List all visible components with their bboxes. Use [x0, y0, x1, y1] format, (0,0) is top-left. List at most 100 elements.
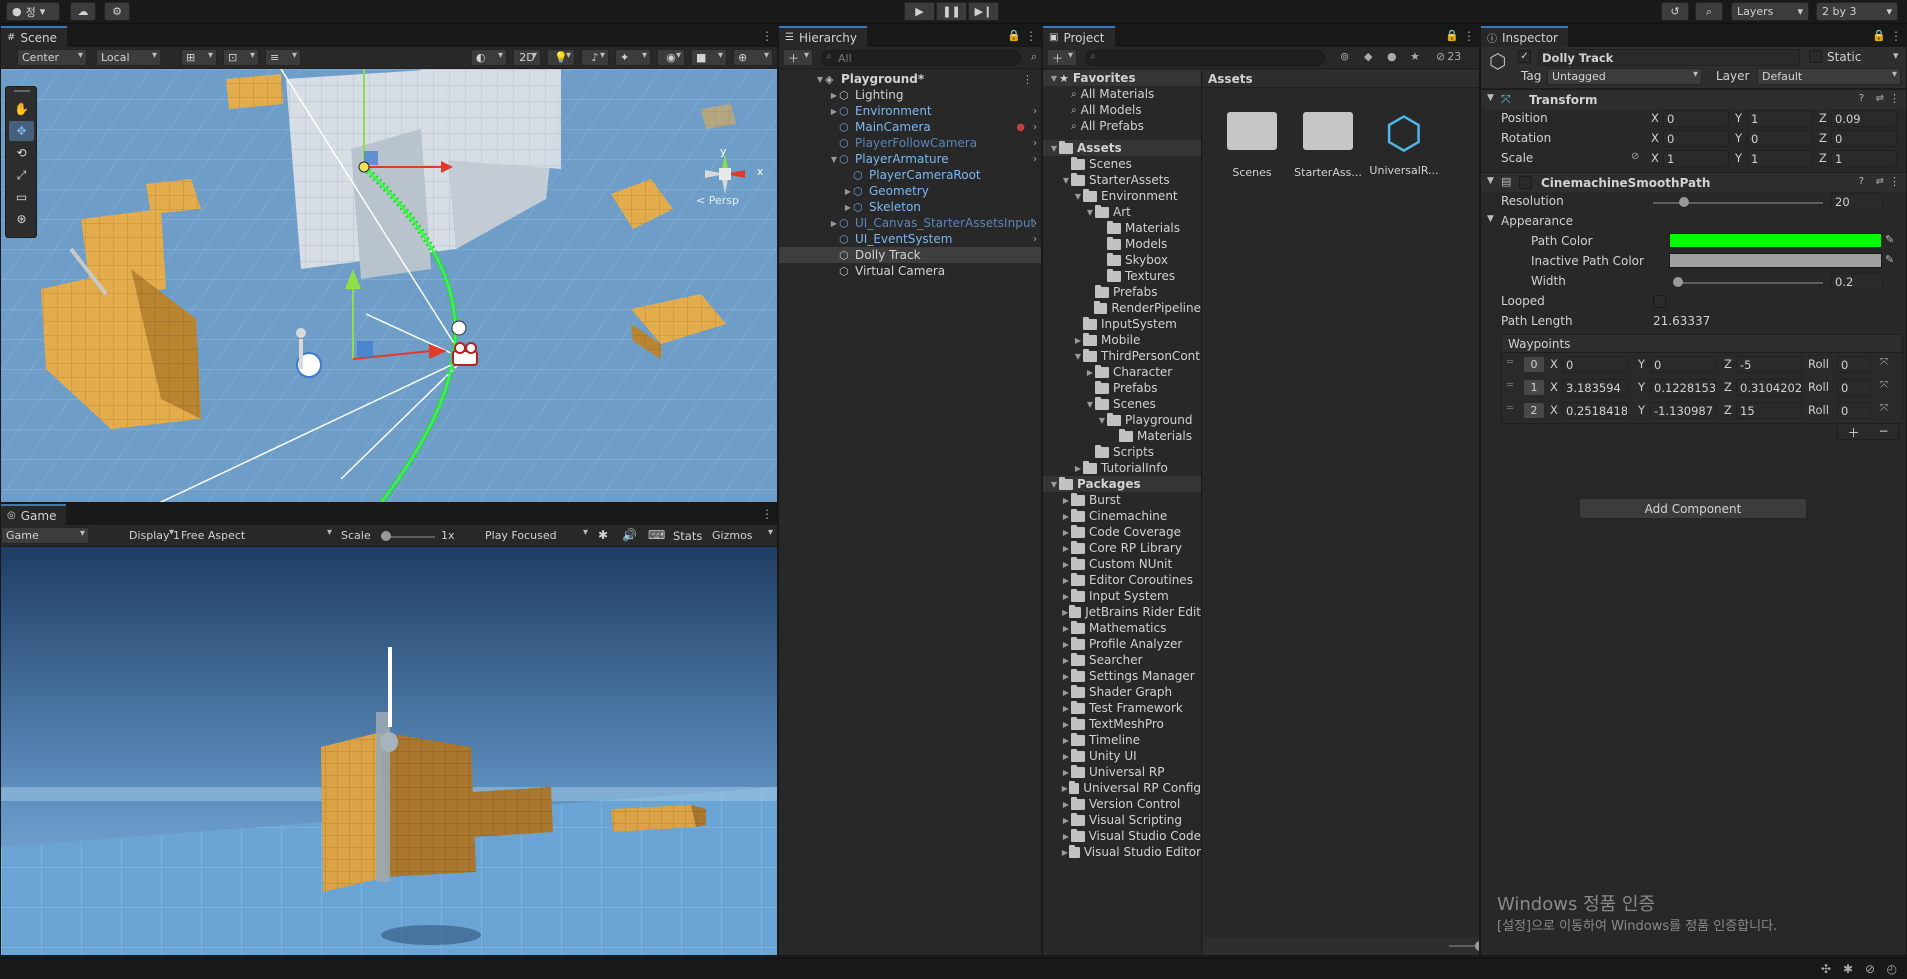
waypoint-x-field[interactable]: 0.2518418	[1562, 402, 1628, 419]
package-item[interactable]: ▶ Shader Graph	[1043, 684, 1201, 700]
waypoint-z-field[interactable]: -5	[1736, 356, 1802, 373]
asset-item[interactable]: StarterAss...	[1293, 106, 1363, 196]
keyboard-icon[interactable]: ⌨	[648, 528, 665, 542]
eyedropper-icon[interactable]: ✎	[1885, 233, 1894, 246]
foldout-arrow-icon[interactable]: ▼	[1085, 400, 1095, 409]
smoothpath-header[interactable]: ▼ ▤ CinemachineSmoothPath ? ⇌ ⋮	[1481, 172, 1906, 192]
camera-dropdown[interactable]: ■	[691, 49, 727, 66]
foldout-arrow-icon[interactable]: ▶	[1061, 848, 1069, 857]
scene-search-icon[interactable]: ⌕	[1031, 50, 1037, 64]
tab-scene[interactable]: # Scene	[1, 26, 67, 47]
hierarchy-item[interactable]: ▼ ◈ Playground* ⋮	[779, 71, 1041, 87]
lock-icon[interactable]: 🔒	[1872, 29, 1886, 42]
more-icon[interactable]: ⋮	[1022, 73, 1033, 86]
waypoint-roll-field[interactable]: 0	[1837, 379, 1871, 396]
more-icon[interactable]: ⋮	[761, 507, 773, 521]
visibility-toggle[interactable]: ◉	[657, 49, 685, 66]
foldout-arrow-icon[interactable]: ▶	[1061, 592, 1071, 601]
folder-item[interactable]: Prefabs	[1043, 380, 1201, 396]
increment-dropdown[interactable]: ≡	[265, 49, 301, 66]
tab-project[interactable]: ▣ Project	[1043, 26, 1115, 47]
hierarchy-item[interactable]: ▶ ⬡ Skeleton	[779, 199, 1041, 215]
rotation-y-field[interactable]: 0	[1747, 130, 1813, 147]
package-item[interactable]: ▶ Searcher	[1043, 652, 1201, 668]
add-component-button[interactable]: Add Component	[1579, 498, 1807, 519]
pause-button[interactable]: ❚❚	[936, 2, 967, 21]
play-mode-dropdown[interactable]: Play Focused	[481, 527, 591, 544]
favorite-item[interactable]: ⌕ All Models	[1043, 102, 1201, 118]
more-icon[interactable]: ⋮	[1463, 29, 1475, 43]
preset-icon[interactable]: ⇌	[1876, 93, 1884, 104]
foldout-arrow-icon[interactable]: ▼	[1061, 176, 1071, 185]
minus-icon[interactable]: −	[1878, 424, 1888, 439]
waypoint-y-field[interactable]: 0.1228153	[1650, 379, 1716, 396]
foldout-arrow-icon[interactable]: ▶	[1061, 544, 1071, 553]
search-button[interactable]: ⌕	[1695, 2, 1723, 21]
foldout-arrow-icon[interactable]: ▶	[1061, 704, 1071, 713]
game-gizmos-dropdown[interactable]: Gizmos	[708, 527, 776, 544]
package-item[interactable]: ▶ Test Framework	[1043, 700, 1201, 716]
resolution-slider-handle[interactable]	[1678, 197, 1689, 207]
hierarchy-item[interactable]: ⬡ PlayerCameraRoot	[779, 167, 1041, 183]
foldout-arrow-icon[interactable]: ▶	[829, 91, 839, 100]
hand-tool-icon[interactable]: ✋	[9, 99, 34, 119]
audio-toggle[interactable]: ♪	[581, 49, 609, 66]
space-dropdown[interactable]: Local	[96, 49, 161, 66]
create-dropdown[interactable]: ＋	[783, 49, 813, 66]
help-icon[interactable]: ?	[1859, 93, 1864, 104]
hierarchy-search-input[interactable]: ⌕ All	[821, 50, 1021, 66]
hierarchy-item[interactable]: ⬡ UI_EventSystem ›	[779, 231, 1041, 247]
foldout-arrow-icon[interactable]: ▼	[815, 75, 825, 84]
folder-item[interactable]: RenderPipeline	[1043, 300, 1201, 316]
drag-handle-icon[interactable]: ═	[1507, 380, 1513, 391]
static-checkbox[interactable]	[1809, 50, 1822, 63]
foldout-arrow-icon[interactable]: ▶	[1061, 672, 1071, 681]
waypoint-x-field[interactable]: 3.183594	[1562, 379, 1628, 396]
history-button[interactable]: ↺	[1661, 2, 1689, 21]
folder-item[interactable]: Materials	[1043, 220, 1201, 236]
expand-icon[interactable]: ⤧	[1880, 380, 1888, 391]
package-item[interactable]: ▶ JetBrains Rider Edit	[1043, 604, 1201, 620]
waypoint-y-field[interactable]: -1.130987	[1650, 402, 1716, 419]
folder-item[interactable]: ▶ Character	[1043, 364, 1201, 380]
play-button[interactable]: ▶	[904, 2, 935, 21]
folder-item[interactable]: Scripts	[1043, 444, 1201, 460]
waypoint-z-field[interactable]: 0.3104202	[1736, 379, 1802, 396]
object-name-field[interactable]: Dolly Track	[1538, 49, 1800, 66]
package-item[interactable]: ▶ Version Control	[1043, 796, 1201, 812]
foldout-arrow-icon[interactable]: ▼	[1049, 74, 1059, 83]
inactive-color-swatch[interactable]	[1669, 253, 1882, 268]
foldout-arrow-icon[interactable]: ▶	[829, 107, 839, 116]
packages-root[interactable]: ▼ Packages	[1043, 476, 1201, 492]
plus-icon[interactable]: ＋	[1847, 424, 1859, 440]
scale-slider-handle[interactable]	[381, 531, 391, 541]
debug-icon[interactable]: ✱	[1843, 962, 1853, 976]
rotate-tool-icon[interactable]: ⟲	[9, 143, 34, 163]
chevron-right-icon[interactable]: ›	[1033, 122, 1037, 133]
foldout-arrow-icon[interactable]: ▶	[1061, 640, 1071, 649]
more-icon[interactable]: ⋮	[1889, 175, 1900, 188]
favorite-item[interactable]: ⌕ All Materials	[1043, 86, 1201, 102]
package-item[interactable]: ▶ Settings Manager	[1043, 668, 1201, 684]
effects-dropdown[interactable]: ✦	[615, 49, 651, 66]
expand-icon[interactable]: ⤧	[1880, 357, 1888, 368]
foldout-arrow-icon[interactable]: ▶	[1061, 608, 1069, 617]
foldout-arrow-icon[interactable]: ▼	[1073, 352, 1083, 361]
scale-tool-icon[interactable]: ⤢	[9, 165, 34, 185]
stats-button[interactable]: Stats	[673, 529, 702, 543]
folder-item[interactable]: ▶ TutorialInfo	[1043, 460, 1201, 476]
label-filter-icon[interactable]: ◆	[1364, 50, 1372, 63]
more-icon[interactable]: ⋮	[1890, 29, 1902, 43]
folder-item[interactable]: Models	[1043, 236, 1201, 252]
package-item[interactable]: ▶ Input System	[1043, 588, 1201, 604]
asset-item[interactable]: ⬡ UniversalR...	[1369, 106, 1439, 196]
snap-dropdown[interactable]: ⊞	[181, 49, 217, 66]
lock-icon[interactable]: 🔒	[1445, 29, 1459, 42]
rotation-z-field[interactable]: 0	[1831, 130, 1897, 147]
drag-handle[interactable]	[14, 90, 30, 92]
width-slider-handle[interactable]	[1673, 277, 1683, 287]
waypoint-y-field[interactable]: 0	[1650, 356, 1716, 373]
rotation-x-field[interactable]: 0	[1663, 130, 1729, 147]
looped-checkbox[interactable]	[1653, 295, 1666, 308]
type-filter-icon[interactable]: ⊚	[1340, 50, 1349, 63]
